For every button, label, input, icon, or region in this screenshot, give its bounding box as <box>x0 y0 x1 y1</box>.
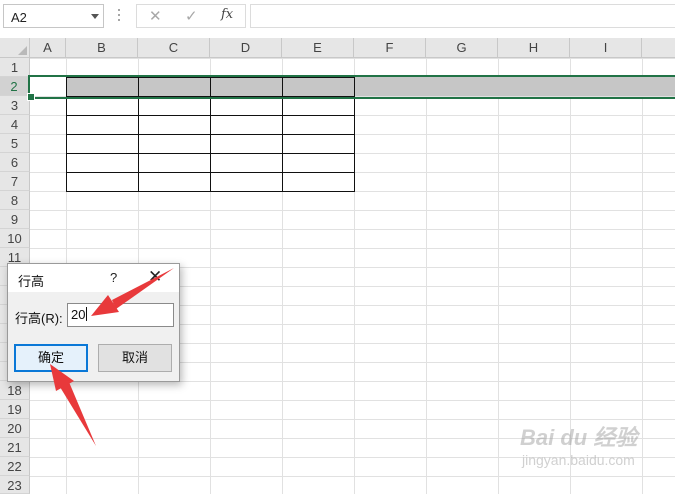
help-icon[interactable]: ? <box>110 270 117 285</box>
row-height-input[interactable]: 20 <box>67 303 174 327</box>
row-height-dialog: 行高 ? ✕ 行高(R): 20 确定 取消 <box>7 263 180 382</box>
column-header[interactable]: F <box>354 38 426 58</box>
column-header[interactable]: D <box>210 38 282 58</box>
name-box[interactable]: A2 <box>3 4 104 28</box>
drag-handle-icon[interactable] <box>118 9 121 23</box>
select-all-corner[interactable] <box>0 38 30 58</box>
column-header[interactable]: C <box>138 38 210 58</box>
fill-handle[interactable] <box>27 93 35 101</box>
column-header[interactable]: I <box>570 38 642 58</box>
row-header[interactable]: 9 <box>0 210 30 229</box>
selection-border <box>28 75 675 99</box>
column-header[interactable]: B <box>66 38 138 58</box>
formula-buttons: ✕ ✓ fx <box>136 4 246 28</box>
chevron-down-icon[interactable] <box>91 14 99 19</box>
cancel-icon[interactable]: ✕ <box>149 7 162 25</box>
column-header[interactable]: G <box>426 38 498 58</box>
row-header[interactable]: 22 <box>0 457 30 476</box>
row-header[interactable]: 4 <box>0 115 30 134</box>
row-header[interactable]: 10 <box>0 229 30 248</box>
dialog-titlebar[interactable]: 行高 ? ✕ <box>8 264 179 292</box>
row-header[interactable]: 3 <box>0 96 30 115</box>
ok-button[interactable]: 确定 <box>14 344 88 372</box>
row-header[interactable]: 1 <box>0 58 30 77</box>
enter-icon[interactable]: ✓ <box>185 7 198 25</box>
row-header[interactable]: 6 <box>0 153 30 172</box>
row-header[interactable]: 20 <box>0 419 30 438</box>
name-box-value: A2 <box>11 10 27 25</box>
formula-bar: A2 ✕ ✓ fx <box>0 0 675 39</box>
row-header[interactable]: 19 <box>0 400 30 419</box>
row-height-value: 20 <box>71 307 86 322</box>
column-header[interactable] <box>642 38 675 58</box>
column-header[interactable]: E <box>282 38 354 58</box>
row-header[interactable]: 23 <box>0 476 30 494</box>
formula-input[interactable] <box>250 4 675 28</box>
row-header[interactable]: 7 <box>0 172 30 191</box>
row-header[interactable]: 8 <box>0 191 30 210</box>
insert-function-icon[interactable]: fx <box>221 7 233 22</box>
watermark-url: jingyan.baidu.com <box>522 452 635 468</box>
row-height-label: 行高(R): <box>15 311 63 326</box>
watermark-logo: Bai du 经验 <box>520 425 638 450</box>
column-header[interactable]: A <box>30 38 66 58</box>
row-header-selected[interactable]: 2 <box>0 77 30 96</box>
column-header[interactable]: H <box>498 38 570 58</box>
close-icon[interactable]: ✕ <box>148 267 162 287</box>
dialog-title: 行高 <box>18 274 45 289</box>
row-header[interactable]: 21 <box>0 438 30 457</box>
row-header[interactable]: 5 <box>0 134 30 153</box>
cancel-button[interactable]: 取消 <box>98 344 172 372</box>
text-caret <box>86 307 88 321</box>
row-header[interactable]: 18 <box>0 381 30 400</box>
baidu-watermark: Bai du 经验 jingyan.baidu.com <box>520 416 670 478</box>
